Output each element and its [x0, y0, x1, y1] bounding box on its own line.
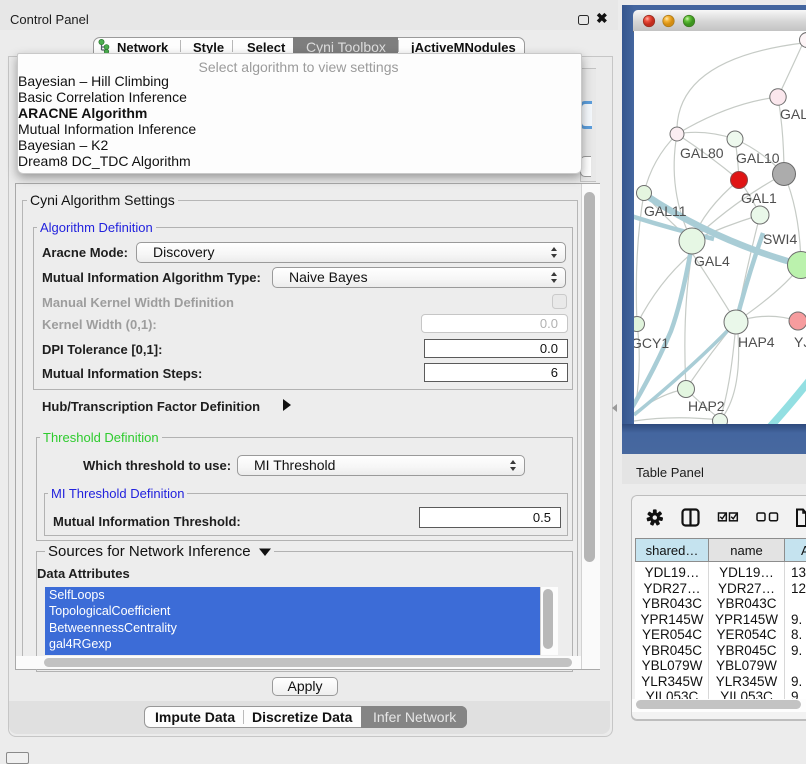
- svg-text:YJ: YJ: [794, 334, 806, 350]
- svg-text:GAL10: GAL10: [736, 150, 780, 166]
- svg-text:GAL7: GAL7: [780, 106, 806, 122]
- svg-text:GAL11: GAL11: [644, 203, 687, 219]
- svg-text:HAP2: HAP2: [688, 398, 725, 414]
- svg-text:GAL4: GAL4: [694, 253, 730, 269]
- svg-text:GAL80: GAL80: [680, 145, 724, 161]
- svg-text:HAP4: HAP4: [738, 334, 775, 350]
- svg-text:GCY1: GCY1: [634, 335, 669, 351]
- svg-text:SWI4: SWI4: [763, 231, 797, 247]
- svg-text:GAL1: GAL1: [741, 190, 777, 206]
